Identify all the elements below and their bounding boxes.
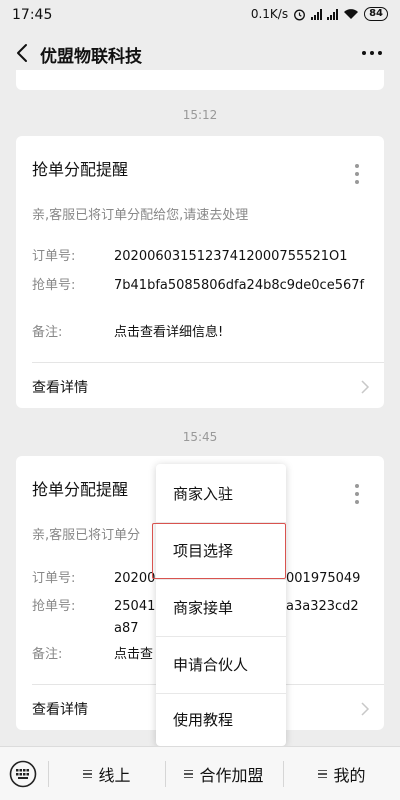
field-label: 抢单号: (32, 278, 76, 293)
view-details-link[interactable]: 查看详情 (32, 699, 88, 719)
menu-item-merchant-orders[interactable]: 商家接单 (156, 580, 286, 636)
message-card[interactable]: 抢单分配提醒 亲,客服已将订单分配给您,请速去处理 订单号: 202006031… (16, 136, 384, 408)
chevron-right-icon (361, 702, 370, 716)
network-speed: 0.1K/s (250, 7, 289, 21)
card-menu-icon[interactable] (354, 484, 360, 504)
menu-item-tutorial[interactable]: 使用教程 (156, 692, 286, 748)
alarm-icon (294, 9, 306, 20)
signal-icon-2 (327, 8, 339, 20)
message-title: 抢单分配提醒 (32, 480, 129, 499)
card-divider (32, 362, 384, 363)
wifi-icon (344, 9, 359, 19)
field-value-tail: a3a323cd2 (286, 599, 359, 614)
field-value: 点击查看详细信息! (114, 325, 224, 340)
field-value: 7b41bfa5085806dfa24b8c9de0ce567f (114, 278, 365, 293)
menu-lines-icon (184, 769, 194, 779)
grab-number-row: 抢单号: 7b41bfa5085806dfa24b8c9de0ce567f (32, 275, 366, 297)
field-label: 备注: (32, 325, 63, 340)
tab-label: 线上 (98, 766, 131, 785)
order-number-row: 订单号: 20200603151237412000755521O1 (32, 246, 366, 268)
menu-lines-icon (83, 769, 93, 779)
keyboard-icon[interactable] (8, 759, 38, 789)
menu-lines-icon (318, 769, 328, 779)
bottom-menu-bar: 线上 合作加盟 我的 (0, 746, 400, 800)
chevron-right-icon (361, 380, 370, 394)
status-bar: 17:45 0.1K/s 84 (0, 0, 400, 30)
status-icons: 0.1K/s 84 (251, 7, 388, 21)
tab-mine[interactable]: 我的 (284, 747, 400, 800)
card-menu-icon[interactable] (354, 164, 360, 184)
previous-message-card (16, 70, 384, 90)
signal-icon (311, 8, 323, 20)
tab-partnership[interactable]: 合作加盟 (166, 747, 282, 800)
message-description: 亲,客服已将订单分配给您,请速去处理 (32, 208, 249, 223)
field-label: 订单号: (32, 571, 76, 586)
view-details-link[interactable]: 查看详情 (32, 377, 88, 397)
message-title: 抢单分配提醒 (32, 160, 129, 179)
battery-icon: 84 (364, 7, 388, 21)
message-timestamp: 15:12 (182, 108, 218, 122)
message-description: 亲,客服已将订单分 (32, 528, 141, 543)
status-time: 17:45 (12, 7, 53, 23)
field-label: 抢单号: (32, 599, 76, 614)
field-value-tail: 001975049 (286, 571, 361, 586)
message-timestamp: 15:45 (182, 430, 218, 444)
menu-item-project-select[interactable]: 项目选择 (156, 523, 286, 579)
menu-item-apply-partner[interactable]: 申请合伙人 (156, 637, 286, 693)
tab-label: 我的 (333, 766, 366, 785)
field-value: 20200603151237412000755521O1 (114, 249, 348, 264)
back-arrow-icon[interactable] (8, 38, 38, 68)
more-options-icon[interactable] (358, 40, 386, 66)
tab-online[interactable]: 线上 (49, 747, 165, 800)
remark-row: 备注: 点击查看详细信息! (32, 322, 366, 344)
chat-title: 优盟物联科技 (40, 47, 142, 67)
tab-label: 合作加盟 (199, 766, 264, 785)
field-label: 备注: (32, 647, 63, 662)
field-label: 订单号: (32, 249, 76, 264)
popup-menu: 商家入驻 项目选择 商家接单 申请合伙人 使用教程 (152, 464, 286, 748)
menu-item-merchant-join[interactable]: 商家入驻 (156, 466, 286, 522)
field-value-line2: a87 (114, 621, 139, 636)
